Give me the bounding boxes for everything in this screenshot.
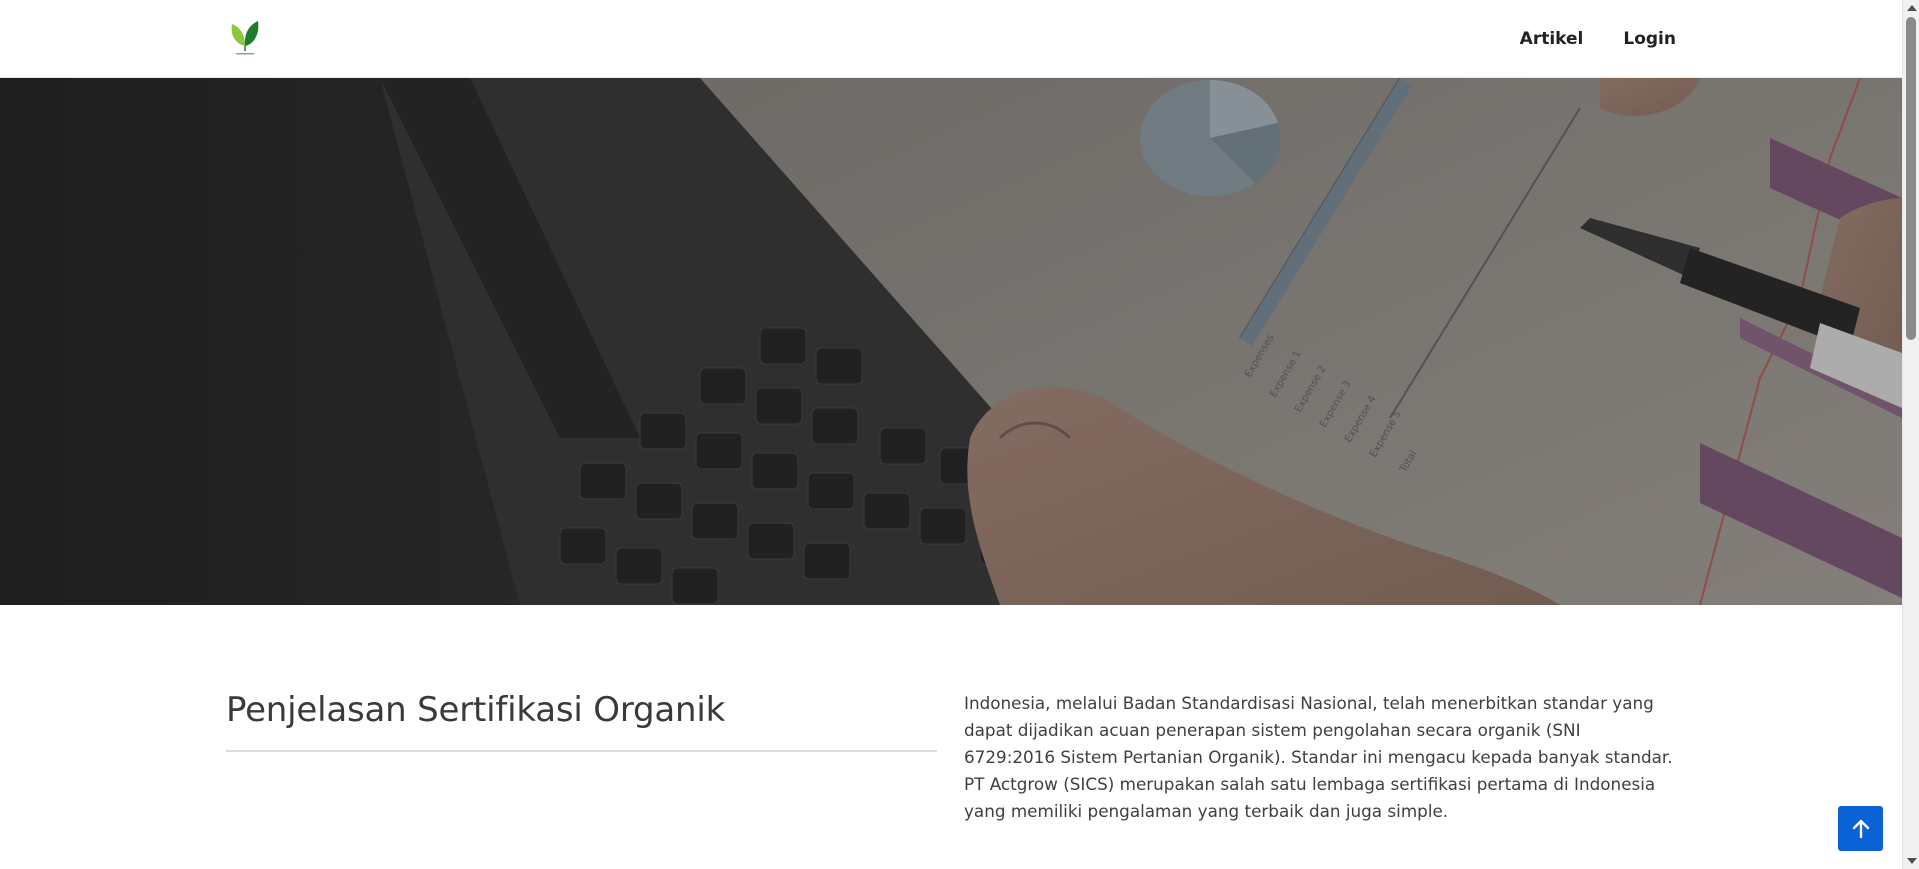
section-title: Penjelasan Sertifikasi Organik [226, 690, 726, 730]
page: Artikel Login Expenses Expense 1 Expense… [0, 0, 1919, 869]
scroll-up-arrow-icon[interactable] [1907, 5, 1917, 11]
hero-banner: Expenses Expense 1 Expense 2 Expense 3 E… [0, 78, 1902, 605]
title-divider [226, 750, 937, 752]
nav-links: Artikel Login [1520, 0, 1676, 78]
scroll-down-arrow-icon[interactable] [1907, 858, 1917, 864]
organic-certification-section: Penjelasan Sertifikasi Organik Indonesia… [0, 605, 1902, 869]
nav-link-artikel[interactable]: Artikel [1520, 29, 1584, 49]
scrollbar-thumb[interactable] [1906, 17, 1916, 340]
section-description: Indonesia, melalui Badan Standardisasi N… [964, 693, 1673, 821]
vertical-scrollbar[interactable] [1902, 0, 1919, 869]
arrow-up-icon [1852, 819, 1869, 838]
back-to-top-button[interactable] [1838, 806, 1883, 851]
navbar: Artikel Login [0, 0, 1902, 78]
leaf-logo-icon[interactable] [226, 18, 264, 58]
laptop-and-financial-report-photo: Expenses Expense 1 Expense 2 Expense 3 E… [0, 78, 1902, 605]
nav-link-login[interactable]: Login [1623, 29, 1676, 49]
